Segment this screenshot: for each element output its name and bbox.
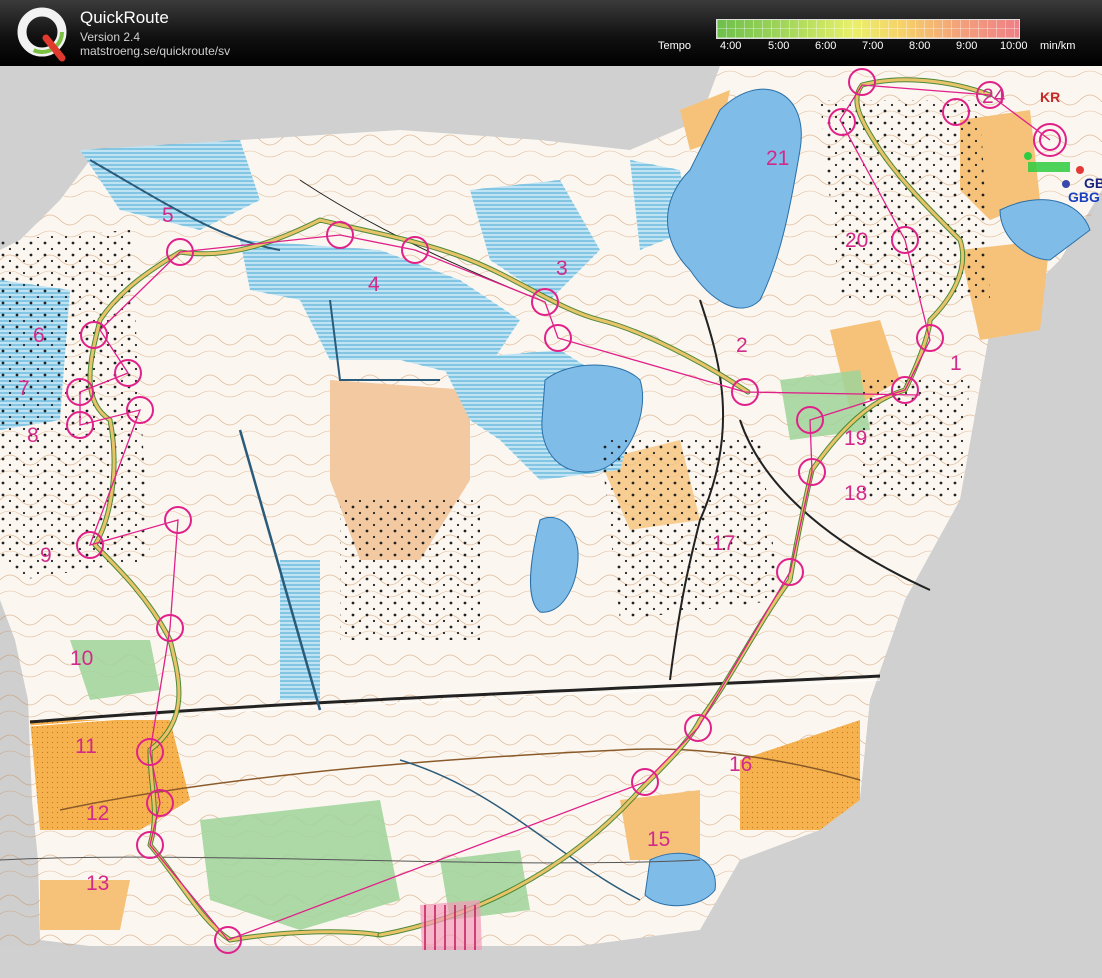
control-number: 24 [982, 85, 1006, 108]
tempo-tick: 4:00 [720, 40, 742, 52]
tempo-unit: min/km [1040, 40, 1076, 52]
orienteering-map[interactable]: 1 2 3 4 5 6 7 8 9 10 11 12 13 15 16 17 1… [0, 66, 1102, 978]
control-number: 19 [844, 427, 867, 450]
control-number: 5 [162, 204, 174, 227]
app-url: matstroeng.se/quickroute/sv [80, 44, 231, 58]
quickroute-logo-icon [17, 7, 67, 62]
off-map-bottom [0, 946, 1102, 978]
control-number: 4 [368, 273, 380, 296]
control-number: 9 [40, 544, 52, 567]
tempo-tick: 6:00 [815, 40, 837, 52]
tempo-tick: 7:00 [862, 40, 884, 52]
control-number: 8 [27, 424, 39, 447]
tempo-tick: 8:00 [909, 40, 931, 52]
control-number: 1 [950, 352, 962, 375]
control-number: 7 [18, 377, 30, 400]
tempo-label: Tempo [658, 40, 692, 52]
control-number: 6 [33, 324, 45, 347]
control-number: 15 [647, 828, 670, 851]
control-number: 3 [556, 257, 568, 280]
control-number: 13 [86, 872, 109, 895]
app-title: QuickRoute [80, 8, 169, 27]
control-number: 12 [86, 802, 109, 825]
forbidden-area [420, 900, 482, 950]
app-version: Version 2.4 [80, 30, 141, 44]
control-number: 11 [75, 735, 97, 758]
tempo-color-scale [716, 19, 1020, 39]
tempo-tick: 5:00 [768, 40, 790, 52]
control-number: 16 [729, 753, 752, 776]
tag-gbg: GBG [1068, 189, 1100, 205]
app-header: QuickRoute Version 2.4 matstroeng.se/qui… [0, 0, 1102, 66]
tag-kr: KR [1040, 89, 1060, 105]
tempo-tick: 9:00 [956, 40, 978, 52]
control-number: 17 [712, 532, 735, 555]
control-number: 20 [845, 229, 868, 252]
control-number: 2 [736, 334, 748, 357]
tempo-tick: 10:00 [1000, 40, 1028, 52]
control-number: 10 [70, 647, 93, 670]
control-number: 18 [844, 482, 867, 505]
control-number: 21 [766, 147, 789, 170]
